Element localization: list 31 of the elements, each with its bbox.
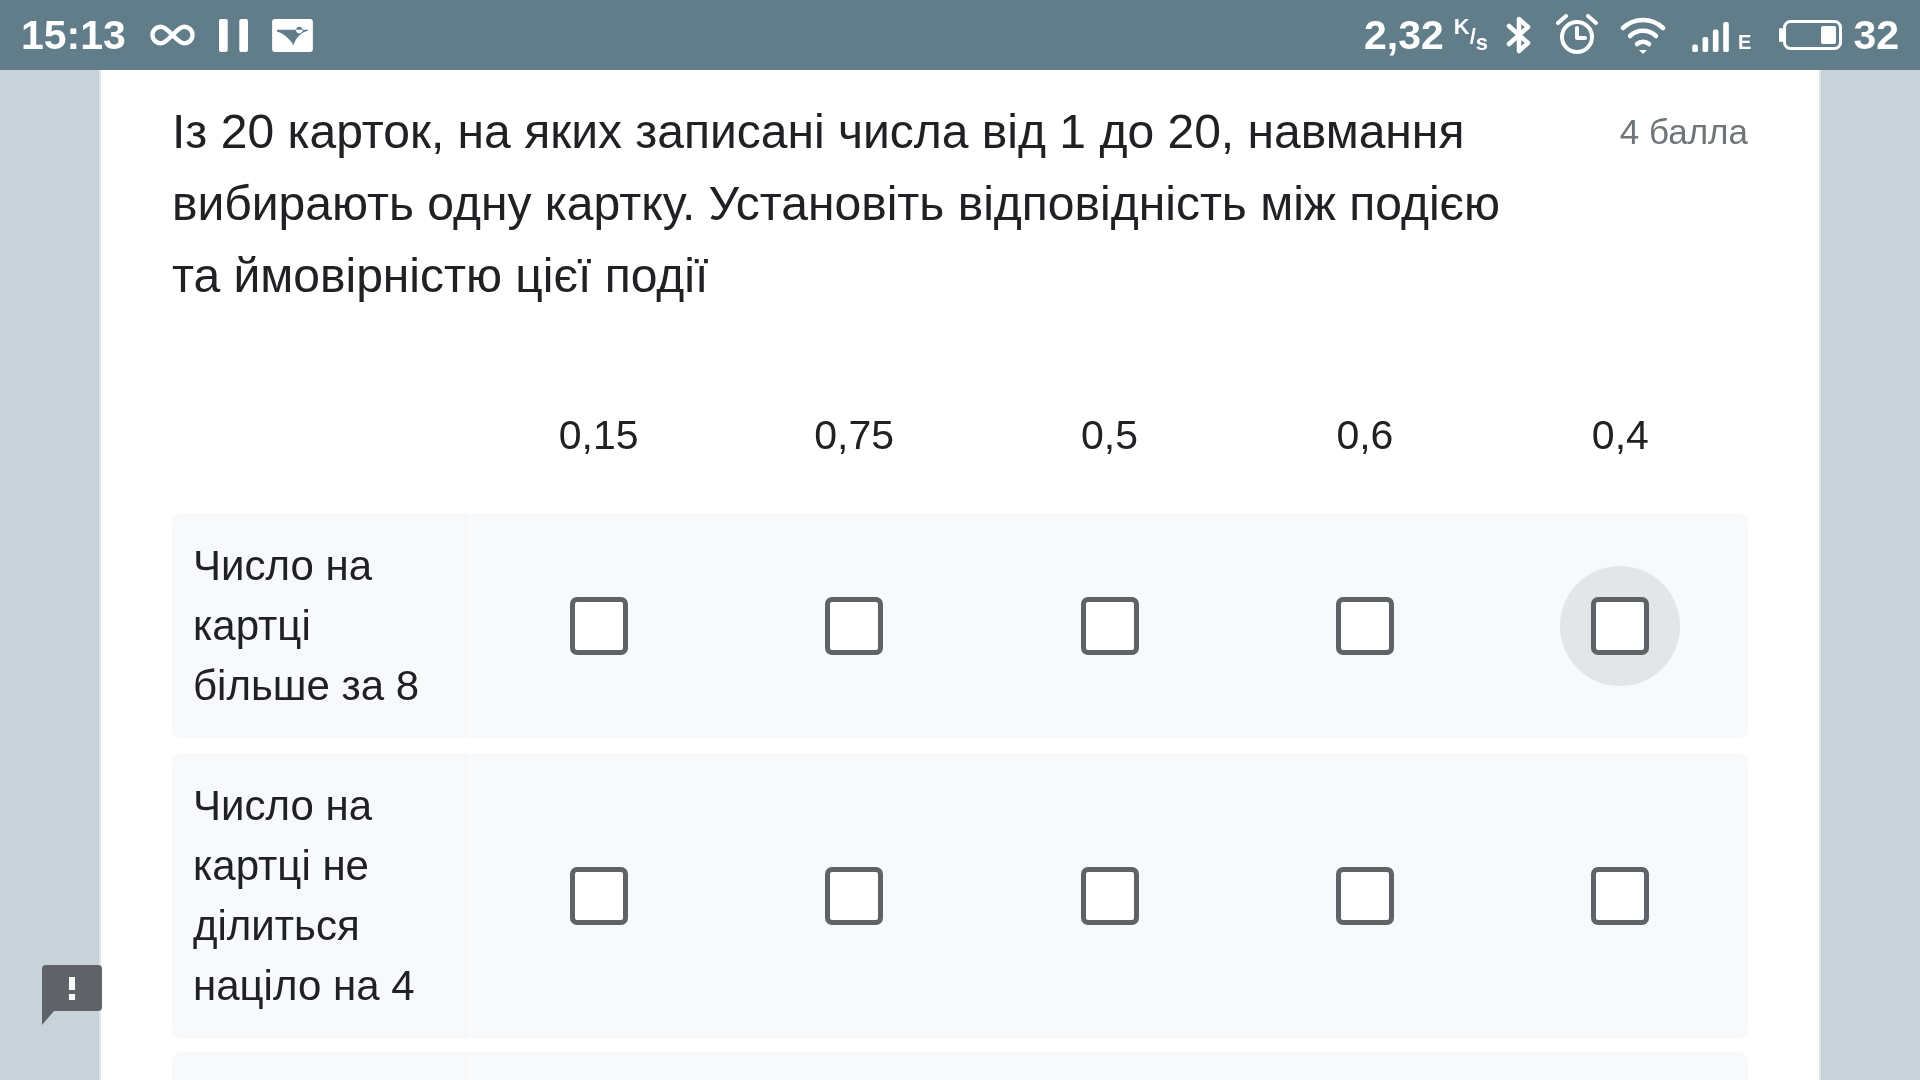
checkbox[interactable]: [569, 597, 628, 655]
alarm-clock-icon: [1556, 14, 1599, 56]
infinity-icon: [147, 22, 197, 48]
checkbox[interactable]: [569, 867, 628, 925]
image-icon: [271, 18, 313, 52]
wifi-icon: [1620, 16, 1667, 54]
bluetooth-icon: [1506, 16, 1533, 54]
question-title: Із 20 карток, на яких записані числа від 1 до 20, навмання вибирають одну картку. Установіть відповідність між подією та ймовірністю цієї події: [172, 104, 1502, 304]
checkbox[interactable]: [1080, 597, 1139, 655]
network-speed: 2,32: [1363, 11, 1444, 59]
column-header: 0,4: [1590, 411, 1650, 459]
battery-percent: 32: [1853, 11, 1899, 59]
pause-icon: [218, 18, 248, 52]
column-header: 0,5: [1080, 411, 1139, 459]
column-header: 0,15: [557, 411, 640, 459]
checkbox[interactable]: [1335, 597, 1394, 655]
exclamation-bubble-icon[interactable]: [42, 965, 102, 1025]
checkbox[interactable]: [1080, 867, 1139, 925]
checkbox[interactable]: [825, 597, 884, 655]
clock-time: 15:13: [21, 11, 126, 59]
row-label: Число на картці не ділиться націло на 4: [172, 753, 470, 1039]
checkbox[interactable]: [1591, 867, 1650, 925]
row-label: Число на картці більше за 8: [172, 513, 470, 739]
checkbox[interactable]: [825, 867, 884, 925]
column-header: 0,75: [813, 411, 895, 459]
points-label: 4 балла: [1619, 111, 1748, 153]
signal-bars-icon: [1692, 22, 1731, 52]
checkbox[interactable]: [1335, 867, 1394, 925]
network-type: E: [1738, 30, 1752, 54]
column-header: 0,6: [1335, 411, 1395, 459]
checkbox[interactable]: [1591, 597, 1650, 655]
